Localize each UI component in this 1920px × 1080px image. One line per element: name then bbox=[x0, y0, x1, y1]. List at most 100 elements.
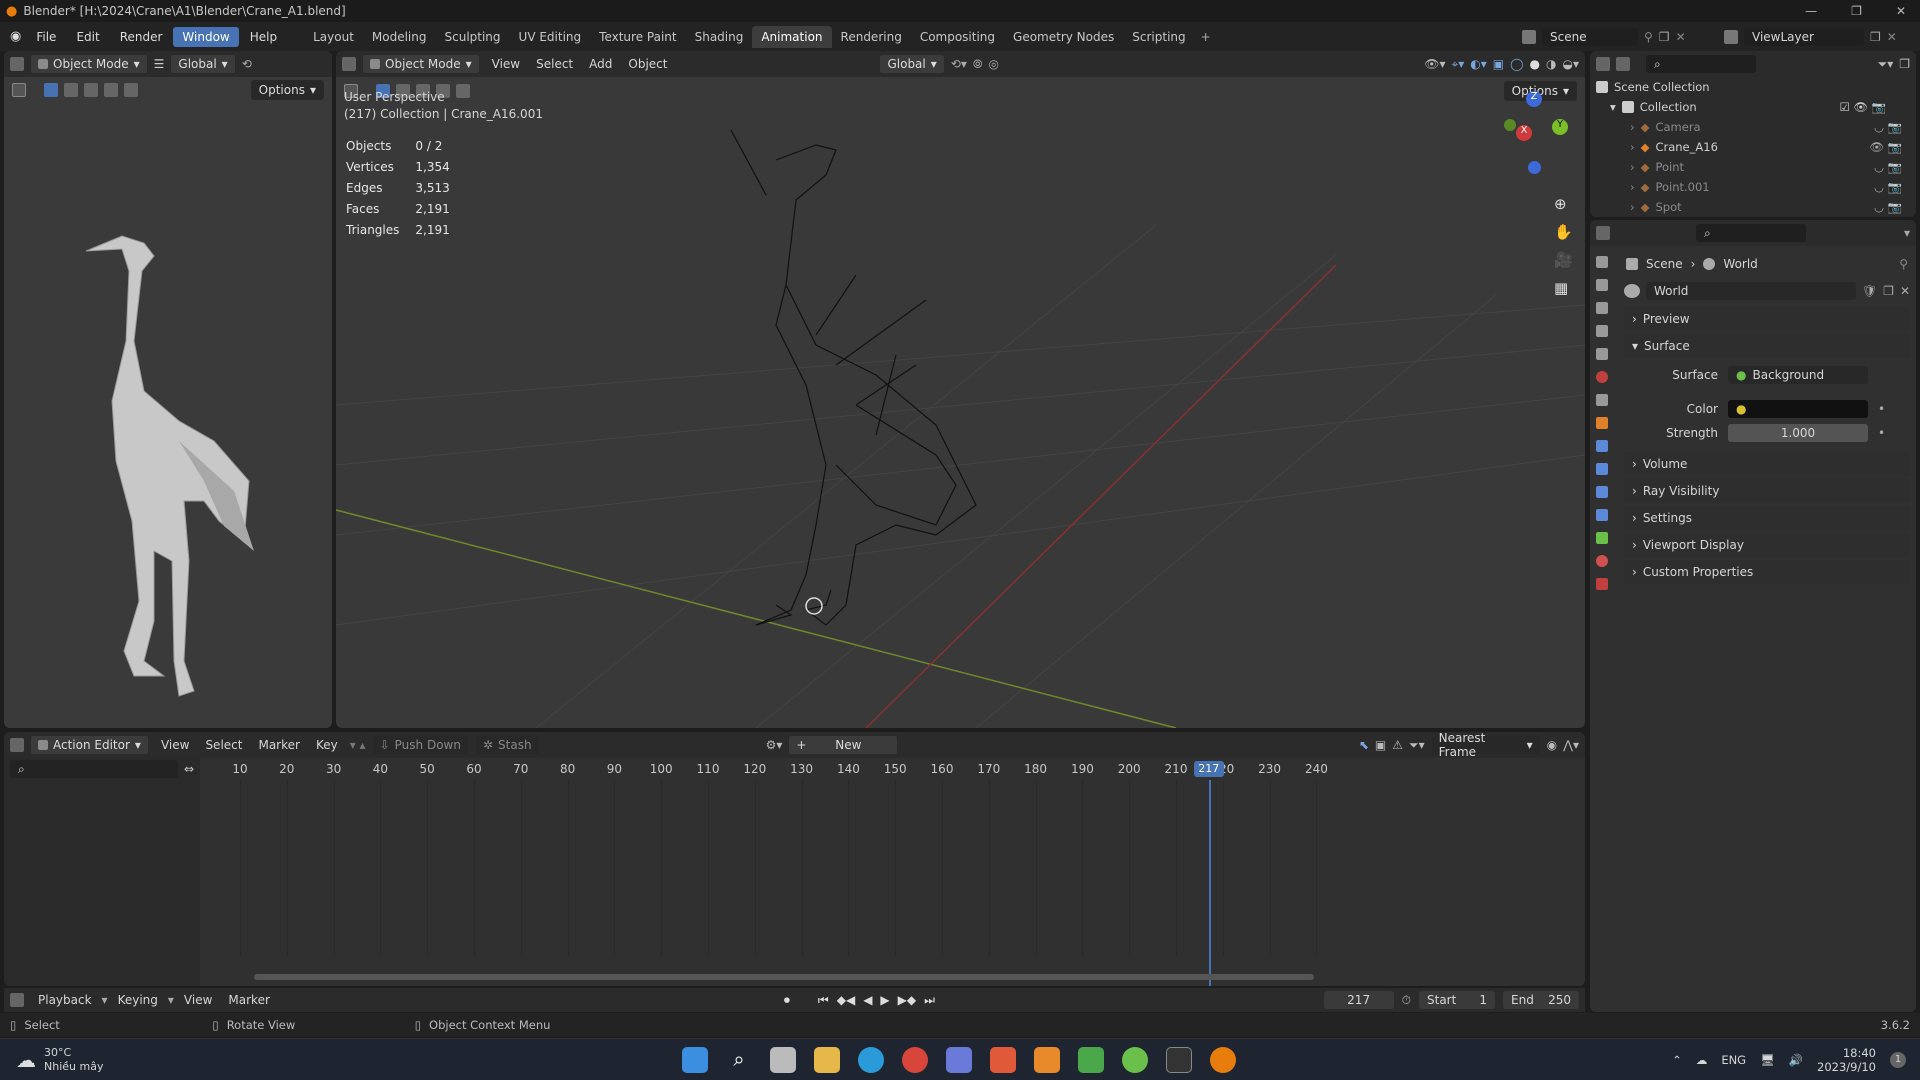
visibility-toggle-icon[interactable]: ◡ 📷 bbox=[1874, 200, 1902, 214]
collection-expand-icon[interactable]: ▾ bbox=[1610, 100, 1616, 114]
world-name-field[interactable]: World bbox=[1646, 282, 1856, 300]
playback-menu-marker[interactable]: Marker bbox=[222, 993, 275, 1007]
playhead-line[interactable] bbox=[1208, 780, 1211, 986]
new-action-button[interactable]: + New bbox=[788, 735, 899, 755]
close-icon[interactable]: ✕ bbox=[1896, 4, 1906, 18]
texture-tab-icon[interactable] bbox=[1596, 578, 1608, 590]
outliner-item[interactable]: › ◆ Camera ◡ 📷 bbox=[1590, 117, 1916, 137]
scene-tab-icon[interactable] bbox=[1596, 348, 1608, 360]
outliner-editor-icon[interactable] bbox=[1596, 57, 1610, 71]
playback-menu-keying[interactable]: Keying bbox=[112, 993, 164, 1007]
playback-menu-playback[interactable]: Playback bbox=[32, 993, 98, 1007]
action-editor-menu-select[interactable]: Select bbox=[199, 738, 248, 752]
constraints-tab-icon[interactable] bbox=[1596, 509, 1608, 521]
timeline-editor-icon[interactable] bbox=[10, 993, 24, 1007]
gizmo-toggle-icon[interactable]: ⌖▾ bbox=[1451, 57, 1464, 72]
material-shading-icon[interactable]: ◑ bbox=[1546, 57, 1556, 71]
tab-uv-editing[interactable]: UV Editing bbox=[510, 26, 591, 48]
surface-shader-field[interactable]: ● Background bbox=[1728, 366, 1868, 384]
strength-field[interactable]: 1.000 bbox=[1728, 424, 1868, 442]
minimize-icon[interactable]: — bbox=[1805, 4, 1817, 18]
rendered-shading-icon[interactable]: ◒▾ bbox=[1563, 57, 1580, 71]
hamburger-icon[interactable]: ☰ bbox=[154, 57, 165, 71]
stash-button[interactable]: ✲ Stash bbox=[474, 735, 540, 755]
panel-volume[interactable]: › Volume bbox=[1624, 452, 1910, 476]
blender-app-icon[interactable] bbox=[1034, 1046, 1060, 1073]
zoom-icon[interactable]: ⊕ bbox=[1554, 195, 1573, 213]
action-editor-mode-dropdown[interactable]: Action Editor ▾ bbox=[30, 735, 149, 755]
viewlayer-name[interactable]: ViewLayer bbox=[1744, 27, 1864, 46]
expand-chevron-icon[interactable]: › bbox=[1630, 180, 1635, 194]
viewport-menu-object[interactable]: Object bbox=[622, 57, 673, 71]
editor-type-icon[interactable] bbox=[10, 57, 24, 71]
select-mode-new-icon[interactable] bbox=[44, 83, 58, 97]
jump-keyframe-back-icon[interactable]: ◆◀ bbox=[837, 993, 855, 1007]
navigation-gizmo[interactable]: Z Y X bbox=[1500, 91, 1570, 174]
action-editor-menu-view[interactable]: View bbox=[155, 738, 195, 752]
copy-icon[interactable]: ❐ bbox=[1659, 30, 1670, 44]
windows-start-icon[interactable] bbox=[682, 1046, 708, 1073]
jump-end-icon[interactable]: ⏭ bbox=[924, 993, 935, 1008]
render-tab-icon[interactable] bbox=[1596, 279, 1608, 291]
copy-viewlayer-icon[interactable]: ❐ bbox=[1870, 30, 1881, 44]
hidden-icon[interactable]: ▣ bbox=[1375, 738, 1386, 752]
viewport-menu-add[interactable]: Add bbox=[583, 57, 618, 71]
expand-chevron-icon[interactable]: › bbox=[1630, 160, 1635, 174]
record-icon[interactable]: ⏺ bbox=[784, 993, 790, 1008]
unlink-world-icon[interactable]: ✕ bbox=[1900, 284, 1910, 298]
expand-chevron-icon[interactable]: › bbox=[1630, 140, 1635, 154]
filters-icon[interactable]: ⏷▾ bbox=[1409, 738, 1425, 753]
wireframe-shading-icon[interactable]: ◯ bbox=[1510, 57, 1523, 71]
duplicate-world-icon[interactable]: ❐ bbox=[1883, 284, 1894, 298]
push-down-button[interactable]: ⇩ Push Down bbox=[371, 735, 469, 755]
select-mode-subtract-icon[interactable] bbox=[84, 83, 98, 97]
outliner-display-icon[interactable] bbox=[1616, 57, 1630, 71]
tab-layout[interactable]: Layout bbox=[304, 26, 363, 48]
viewport-orientation-dropdown[interactable]: Global ▾ bbox=[879, 54, 945, 74]
play-reverse-icon[interactable]: ◀ bbox=[863, 993, 872, 1007]
app-green-icon[interactable] bbox=[1078, 1046, 1104, 1073]
panel-custom-properties[interactable]: › Custom Properties bbox=[1624, 560, 1910, 584]
output-tab-icon[interactable] bbox=[1596, 302, 1608, 314]
tab-rendering[interactable]: Rendering bbox=[832, 26, 911, 48]
select-mode-invert-icon[interactable] bbox=[104, 83, 118, 97]
network-icon[interactable]: 🖥 bbox=[1760, 1053, 1775, 1067]
end-frame-field[interactable]: End 250 bbox=[1503, 991, 1579, 1009]
collection-checkbox-icon[interactable]: ☑ 👁 📷 bbox=[1839, 100, 1886, 114]
properties-search-input[interactable]: ⌕ bbox=[1696, 224, 1806, 242]
expand-chevron-icon[interactable]: › bbox=[1630, 120, 1635, 134]
3d-viewport[interactable]: Object Mode ▾ View Select Add Object Global… bbox=[336, 51, 1585, 728]
x-viewlayer-icon[interactable]: ✕ bbox=[1887, 30, 1897, 44]
tab-shading[interactable]: Shading bbox=[686, 26, 753, 48]
channel-search-input[interactable]: ⌕ bbox=[10, 760, 178, 778]
fake-user-icon[interactable]: 🛡 bbox=[1862, 284, 1877, 298]
tray-chevron-icon[interactable]: ⌃ bbox=[1672, 1053, 1682, 1067]
xray-icon[interactable]: ▣ bbox=[1493, 57, 1504, 71]
visibility-toggle-icon[interactable]: ◡ 📷 bbox=[1874, 120, 1902, 134]
viewlayer-selector[interactable]: ViewLayer ❐ ✕ bbox=[1724, 27, 1897, 46]
view-layer-tab-icon[interactable] bbox=[1596, 325, 1608, 337]
strength-keyframe-icon[interactable]: • bbox=[1878, 426, 1885, 440]
pin-icon[interactable]: ⚲ bbox=[1644, 30, 1653, 44]
pivot-icon[interactable]: ⟲▾ bbox=[951, 57, 967, 71]
tool-tab-icon[interactable] bbox=[1596, 256, 1608, 268]
preview-range-icon[interactable]: ⏱ bbox=[1402, 993, 1411, 1008]
viewport-menu-view[interactable]: View bbox=[486, 57, 526, 71]
menu-edit[interactable]: Edit bbox=[67, 27, 108, 47]
visibility-toggle-icon[interactable]: 👁 📷 bbox=[1869, 140, 1902, 154]
maximize-icon[interactable]: ❐ bbox=[1851, 4, 1862, 18]
snap-icon[interactable]: ⦾ bbox=[973, 57, 983, 72]
properties-options-icon[interactable]: ▾ bbox=[1904, 226, 1910, 240]
chrome-icon[interactable] bbox=[902, 1046, 928, 1073]
surface-panel-header[interactable]: ▾ Surface bbox=[1624, 334, 1910, 358]
gizmo-y-icon[interactable]: Y bbox=[1552, 119, 1568, 135]
grid-ortho-icon[interactable]: ▦ bbox=[1554, 279, 1573, 297]
gizmo-neg-x-icon[interactable] bbox=[1504, 119, 1516, 131]
world-datablock-icon[interactable] bbox=[1624, 284, 1640, 298]
outliner-item[interactable]: › ◆ Point ◡ 📷 bbox=[1590, 157, 1916, 177]
properties-pin-icon[interactable]: ⚲ bbox=[1899, 257, 1908, 271]
tab-modeling[interactable]: Modeling bbox=[363, 26, 436, 48]
modifier-tab-icon[interactable] bbox=[1596, 440, 1608, 452]
volume-icon[interactable]: 🔊 bbox=[1789, 1053, 1803, 1067]
menu-render[interactable]: Render bbox=[111, 27, 172, 47]
